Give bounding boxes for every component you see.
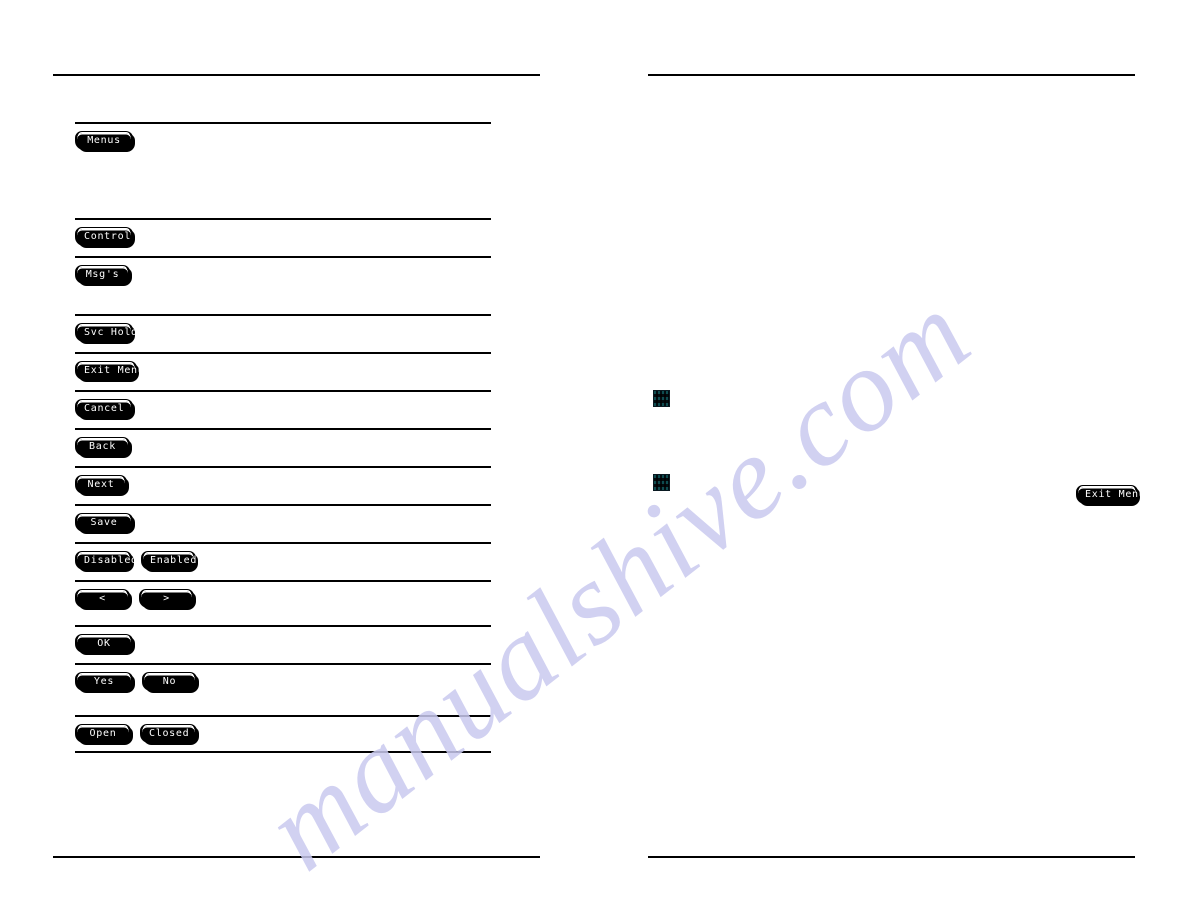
control-softkey[interactable]: Control xyxy=(75,227,133,246)
save-softkey[interactable]: Save xyxy=(75,513,133,532)
exit-menu-softkey[interactable]: Exit Menu xyxy=(75,361,144,380)
table-row: OK xyxy=(75,625,491,663)
previous-arrow-softkey[interactable]: < xyxy=(75,589,130,608)
right-column: Exit Menu xyxy=(648,88,1145,848)
table-row: Svc Hold xyxy=(75,314,491,352)
table-cell-softkeys: Yes No xyxy=(75,665,491,691)
msgs-softkey-label: Msg's xyxy=(85,269,120,280)
table-cell-softkeys: OK xyxy=(75,627,491,653)
open-softkey-label: Open xyxy=(89,728,117,739)
control-softkey-label: Control xyxy=(84,231,132,242)
header-rule-left xyxy=(53,74,540,76)
display-thumbnail-2-icon xyxy=(653,474,670,491)
table-row: Back xyxy=(75,428,491,466)
ok-softkey-label: OK xyxy=(97,638,111,649)
exit-menu-softkey-inline[interactable]: Exit Menu xyxy=(1076,485,1145,504)
table-row: Exit Menu xyxy=(75,352,491,390)
table-cell-softkeys: Exit Menu xyxy=(75,354,491,380)
table-row: < > xyxy=(75,580,491,625)
table-row: Yes No xyxy=(75,663,491,715)
yes-softkey[interactable]: Yes xyxy=(75,672,133,691)
yes-softkey-label: Yes xyxy=(93,676,115,687)
enabled-softkey[interactable]: Enabled xyxy=(141,551,196,570)
table-cell-softkeys: < > xyxy=(75,582,491,608)
ok-softkey[interactable]: OK xyxy=(75,634,133,653)
no-softkey-label: No xyxy=(162,676,177,687)
table-cell-softkeys: Open Closed xyxy=(75,717,491,743)
svc-hold-softkey-label: Svc Hold xyxy=(84,327,138,338)
back-softkey-label: Back xyxy=(89,441,116,452)
disabled-softkey-label: Disabled xyxy=(84,555,138,566)
svc-hold-softkey[interactable]: Svc Hold xyxy=(75,323,137,342)
previous-arrow-softkey-label: < xyxy=(99,593,106,604)
table-cell-softkeys: Cancel xyxy=(75,392,491,418)
table-row: Msg's xyxy=(75,256,491,314)
next-softkey[interactable]: Next xyxy=(75,475,127,494)
closed-softkey-label: Closed xyxy=(149,728,190,739)
footer-rule-left xyxy=(53,856,540,858)
header-rule-right xyxy=(648,74,1135,76)
table-row: Menus xyxy=(75,122,491,218)
scanned-page: Menus Control Msg's Svc Hold Exit Menu Cancel… xyxy=(0,0,1188,918)
menus-softkey[interactable]: Menus xyxy=(75,131,133,150)
table-row: Next xyxy=(75,466,491,504)
table-cell-softkeys: Back xyxy=(75,430,491,456)
menus-softkey-label: Menus xyxy=(87,135,121,146)
display-thumbnail-1-icon xyxy=(653,390,670,407)
next-arrow-softkey-label: > xyxy=(163,593,170,604)
table-cell-softkeys: Control xyxy=(75,220,491,246)
table-row: Save xyxy=(75,504,491,542)
disabled-softkey[interactable]: Disabled xyxy=(75,551,137,570)
cancel-softkey[interactable]: Cancel xyxy=(75,399,133,418)
enabled-softkey-label: Enabled xyxy=(150,555,198,566)
table-row: Cancel xyxy=(75,390,491,428)
open-softkey[interactable]: Open xyxy=(75,724,131,743)
table-row: Open Closed xyxy=(75,715,491,753)
msgs-softkey[interactable]: Msg's xyxy=(75,265,130,284)
exit-menu-softkey-inline-holder: Exit Menu xyxy=(1076,485,1145,504)
table-cell-softkeys: Next xyxy=(75,468,491,494)
table-cell-softkeys: Disabled Enabled xyxy=(75,544,491,570)
footer-rule-right xyxy=(648,856,1135,858)
table-cell-softkeys: Save xyxy=(75,506,491,532)
back-softkey[interactable]: Back xyxy=(75,437,130,456)
save-softkey-label: Save xyxy=(90,517,118,528)
softkey-reference-table: Menus Control Msg's Svc Hold Exit Menu Cancel… xyxy=(75,122,491,753)
table-row: Disabled Enabled xyxy=(75,542,491,580)
table-cell-softkeys: Msg's xyxy=(75,258,491,284)
table-cell-softkeys: Svc Hold xyxy=(75,316,491,342)
table-row: Control xyxy=(75,218,491,256)
exit-menu-softkey-inline-label: Exit Menu xyxy=(1085,489,1146,500)
closed-softkey[interactable]: Closed xyxy=(140,724,197,743)
next-softkey-label: Next xyxy=(87,479,115,490)
next-arrow-softkey[interactable]: > xyxy=(139,589,194,608)
no-softkey[interactable]: No xyxy=(142,672,197,691)
table-cell-softkeys: Menus xyxy=(75,124,491,150)
cancel-softkey-label: Cancel xyxy=(84,403,125,414)
exit-menu-softkey-label: Exit Menu xyxy=(84,365,145,376)
